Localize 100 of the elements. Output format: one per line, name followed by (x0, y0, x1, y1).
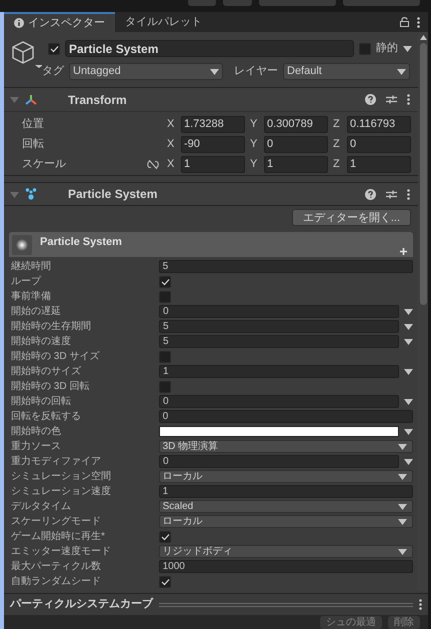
number-field[interactable]: 5 (158, 260, 413, 273)
number-field[interactable]: 1 (347, 156, 411, 173)
property-label: 開始時の 3D 回転 (11, 380, 90, 394)
axis-label: X (167, 157, 176, 172)
settings-sliders-icon[interactable] (386, 188, 397, 200)
dropdown-arrow-icon (397, 68, 406, 74)
property-label: 開始時のサイズ (11, 364, 82, 379)
component-header[interactable]: Particle System (4, 182, 418, 206)
more-options-icon[interactable] (419, 599, 422, 610)
dropdown-arrow-icon (210, 68, 219, 74)
number-field[interactable]: 0 (159, 305, 399, 318)
checkbox[interactable] (159, 380, 171, 392)
more-options-icon[interactable] (417, 16, 420, 28)
axis-label: X (167, 137, 176, 152)
dropdown[interactable]: リジッドボディ (158, 545, 413, 558)
help-icon[interactable] (365, 188, 376, 200)
property-label: 開始時の速度 (11, 334, 72, 349)
axis-label: Y (250, 137, 258, 152)
number-field[interactable]: 0.116793 (347, 116, 411, 133)
tag-dropdown[interactable]: Untagged (69, 63, 223, 80)
axis-label: Z (333, 117, 341, 132)
number-field[interactable]: 1000 (158, 560, 413, 573)
transform-axes-icon (25, 94, 37, 106)
layer-dropdown[interactable]: Default (283, 63, 410, 80)
number-field[interactable]: -90 (181, 136, 245, 153)
info-icon (14, 18, 24, 28)
more-options-icon[interactable] (407, 188, 410, 200)
field-label: スケール (22, 157, 67, 172)
property-label: 開始の遅延 (11, 305, 62, 319)
checkbox[interactable] (159, 530, 171, 542)
dropdown-arrow-icon (398, 548, 407, 554)
module-title: Particle System (40, 235, 123, 250)
axis-label: Z (333, 137, 341, 152)
number-field[interactable]: 0 (347, 136, 411, 153)
active-checkbox[interactable] (48, 42, 60, 54)
tab[interactable]: インスペクター (4, 12, 115, 32)
dropdown[interactable]: ローカル (158, 515, 413, 528)
checkbox[interactable] (159, 290, 171, 302)
axis-label: Z (333, 157, 341, 172)
property-label: シミュレーション空間 (11, 470, 112, 484)
number-field[interactable]: 0.300789 (264, 116, 328, 133)
property-label: 継続時間 (11, 260, 52, 274)
number-field[interactable]: 1 (158, 485, 413, 498)
dropdown[interactable]: ローカル (158, 470, 413, 483)
field-label: 回転 (22, 137, 45, 152)
number-field[interactable]: 1 (264, 156, 328, 173)
number-field[interactable]: 5 (159, 320, 399, 333)
layer-label: レイヤー (234, 64, 278, 80)
scrollbar-thumb[interactable] (420, 43, 426, 305)
scroll-up-arrow-icon[interactable] (420, 35, 426, 40)
axis-label: Y (250, 117, 258, 132)
property-label: 自動ランダムシード (11, 575, 102, 589)
module-header[interactable]: Particle System (9, 232, 413, 257)
checkbox[interactable] (159, 276, 171, 288)
property-label: エミッター速度モード (11, 544, 112, 559)
checkbox[interactable] (159, 350, 171, 362)
unlinked-chain-icon[interactable] (147, 160, 160, 169)
property-label: ループ (11, 274, 42, 289)
lock-icon[interactable] (400, 17, 409, 27)
add-icon[interactable] (400, 248, 407, 255)
checkbox[interactable] (159, 576, 171, 588)
curves-panel-title: パーティクルシステムカーブ (10, 596, 153, 612)
static-label: 静的 (376, 41, 398, 56)
static-checkbox[interactable] (359, 42, 371, 54)
tag-label: タグ (42, 64, 64, 80)
number-field[interactable]: 1 (181, 156, 245, 173)
component-title: Transform (68, 92, 128, 108)
component-title: Particle System (68, 186, 158, 203)
property-label: 最大パーティクル数 (11, 560, 102, 574)
property-label: シミュレーション速度 (11, 484, 112, 499)
property-label: 開始時の色 (11, 424, 62, 439)
property-label: 事前準備 (11, 290, 52, 304)
settings-sliders-icon[interactable] (386, 94, 397, 105)
property-label: 開始時の生存期間 (11, 320, 92, 334)
number-field[interactable]: 1.73288 (181, 116, 245, 133)
static-dropdown-arrow-icon (403, 46, 412, 52)
curve-mode-arrow-icon (404, 458, 413, 464)
number-field[interactable]: 0 (158, 410, 413, 423)
property-label: ゲーム開始時に再生* (11, 530, 106, 544)
axis-label: X (167, 117, 176, 132)
number-field[interactable]: 1 (159, 365, 399, 378)
name-field[interactable]: Particle System (65, 40, 354, 57)
help-icon[interactable] (365, 94, 376, 105)
more-options-icon[interactable] (407, 94, 410, 105)
open-editor-button[interactable]: エディターを開く... (292, 209, 411, 226)
property-label: 重力ソース (11, 440, 62, 454)
color-swatch[interactable] (159, 426, 399, 437)
number-field[interactable]: 0 (264, 136, 328, 153)
number-field[interactable]: 5 (159, 335, 399, 348)
curve-mode-arrow-icon (404, 398, 413, 404)
axis-label: Y (250, 157, 258, 172)
number-field[interactable]: 0 (159, 395, 399, 408)
cube-icon[interactable] (10, 40, 42, 68)
dropdown[interactable]: 3D 物理演算 (158, 440, 413, 453)
number-field[interactable]: 0 (159, 455, 399, 468)
property-label: 回転を反転する (11, 410, 82, 424)
field-label: 位置 (22, 117, 45, 132)
tab[interactable]: タイルパレット (115, 12, 212, 32)
property-label: 開始時の 3D サイズ (11, 350, 100, 364)
dropdown[interactable]: Scaled (158, 500, 413, 513)
